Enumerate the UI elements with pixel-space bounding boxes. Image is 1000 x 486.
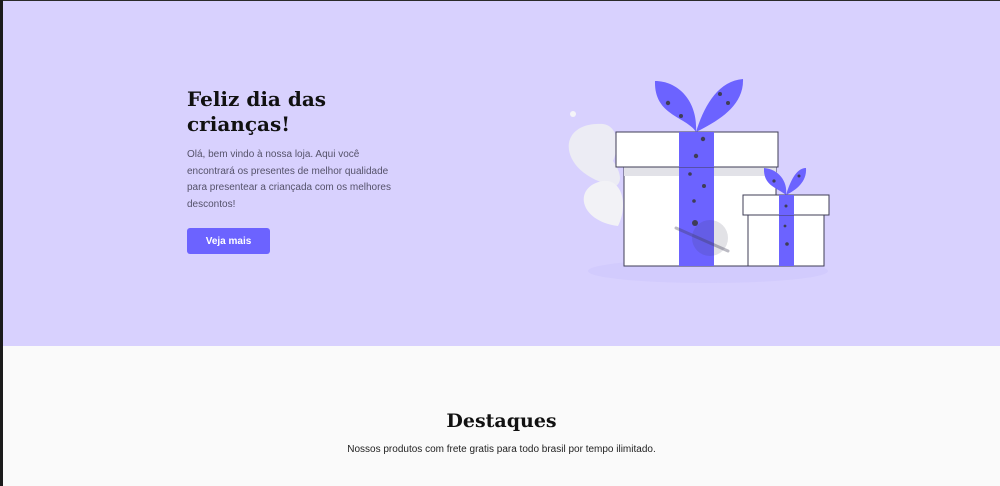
hero-text-block: Feliz dia das crianças! Olá, bem vindo à… (187, 87, 397, 254)
featured-subtitle: Nossos produtos com frete gratis para to… (347, 444, 656, 455)
leaf-decoration-icon (568, 111, 623, 226)
hero-title: Feliz dia das crianças! (187, 87, 327, 136)
page: Feliz dia das crianças! Olá, bem vindo à… (0, 0, 1000, 486)
hero-description: Olá, bem vindo à nossa loja. Aqui você e… (187, 149, 391, 210)
gift-boxes-illustration (568, 79, 830, 283)
see-more-button[interactable]: Veja mais (187, 228, 270, 254)
featured-section: Destaques Nossos produtos com frete grat… (3, 346, 1000, 486)
hero-banner: Feliz dia das crianças! Olá, bem vindo à… (3, 1, 1000, 346)
featured-title: Destaques (446, 410, 557, 432)
